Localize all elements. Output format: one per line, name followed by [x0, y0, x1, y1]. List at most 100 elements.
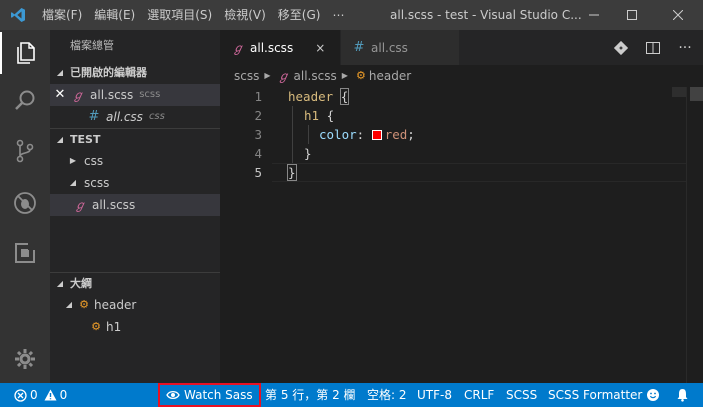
close-window-button[interactable] [660, 0, 696, 30]
menu-selection[interactable]: 選取項目(S) [141, 0, 218, 30]
explorer-sidebar: 檔案總管 ◢ 已開啟的編輯器 ✕ ℊ all.scss scss # all.c… [50, 30, 220, 383]
source-control-icon[interactable] [0, 130, 50, 172]
open-editor-desc: css [148, 111, 165, 122]
outline-header[interactable]: ◢ 大綱 [50, 272, 220, 294]
watch-sass-label: Watch Sass [184, 388, 253, 402]
folder-header-test[interactable]: ◢ TEST [50, 128, 220, 150]
error-icon [14, 388, 27, 402]
line-number: 4 [254, 146, 262, 161]
outline-item-h1[interactable]: ⚙ h1 [50, 316, 220, 338]
semicolon-token: ; [407, 127, 415, 142]
brace-token: } [287, 164, 297, 181]
brace-token: { [339, 88, 350, 105]
watch-sass-button[interactable]: Watch Sass [158, 383, 261, 407]
open-editor-name: all.css [106, 110, 143, 124]
selector-token: h1 [304, 108, 320, 123]
search-icon[interactable] [0, 80, 50, 122]
open-editor-item-all-css[interactable]: # all.css css [50, 106, 220, 128]
breadcrumb-item-folder[interactable]: scss [234, 65, 259, 87]
tree-item-label: scss [84, 176, 110, 190]
code-line-4: } [304, 144, 312, 163]
breadcrumb-item-symbol[interactable]: header [369, 65, 411, 87]
colon-token: : [356, 127, 365, 142]
tree-item-scss[interactable]: ◢ scss [50, 172, 220, 194]
brace-token: { [326, 108, 335, 123]
code-line-5: } [287, 163, 297, 182]
symbol-class-icon: ⚙ [355, 69, 366, 82]
tab-all-css[interactable]: # all.css [341, 30, 459, 65]
language-mode[interactable]: SCSS [506, 383, 537, 407]
line-number: 1 [254, 89, 262, 104]
code-editor[interactable]: 1 2 3 4 5 header { h1 { color: red; } } [220, 87, 686, 383]
encoding[interactable]: UTF-8 [417, 383, 452, 407]
menu-file[interactable]: 檔案(F) [36, 0, 88, 30]
explorer-icon[interactable] [0, 32, 50, 74]
open-editor-item-all-scss[interactable]: ✕ ℊ all.scss scss [50, 84, 220, 106]
scrollbar-thumb[interactable] [690, 87, 703, 101]
line-number: 3 [254, 127, 262, 142]
minimap[interactable] [672, 87, 686, 97]
chevron-right-icon: ▶ [341, 71, 348, 80]
selector-token: header [288, 89, 334, 104]
debug-icon[interactable] [0, 182, 50, 224]
tree-item-css[interactable]: ▶ css [50, 150, 220, 172]
line-number: 2 [254, 108, 262, 123]
css-file-icon: # [88, 109, 100, 124]
menu-go[interactable]: 移至(G) [272, 0, 327, 30]
value-token: red [384, 127, 408, 142]
sidebar-title: 檔案總管 [70, 39, 114, 52]
chevron-down-icon: ◢ [56, 134, 64, 144]
code-line-2: h1 { [304, 106, 334, 125]
breadcrumb-item-file[interactable]: all.scss [294, 65, 337, 87]
settings-gear-icon[interactable] [0, 338, 50, 380]
current-line-highlight [272, 163, 686, 182]
vertical-scrollbar[interactable] [686, 87, 703, 383]
more-actions-icon[interactable]: ··· [670, 30, 700, 65]
tree-item-all-scss[interactable]: ℊ all.scss [50, 194, 220, 216]
tab-label: all.css [371, 40, 408, 55]
outline-item-header[interactable]: ◢ ⚙ header [50, 294, 220, 316]
notifications-bell-icon[interactable] [676, 383, 689, 407]
sass-file-icon: ℊ [277, 69, 290, 83]
menu-edit[interactable]: 編輯(E) [88, 0, 141, 30]
sass-file-icon: ℊ [231, 41, 244, 55]
outline-item-label: header [94, 298, 137, 312]
indent-guide [308, 125, 309, 144]
warning-icon [44, 389, 57, 401]
menu-more[interactable]: ⋯ [326, 0, 350, 30]
outline-section: ◢ 大綱 ◢ ⚙ header ⚙ h1 [50, 272, 220, 338]
css-file-icon: # [353, 40, 365, 55]
chevron-down-icon: ◢ [56, 278, 64, 288]
code-line-3: color: red; [319, 125, 415, 144]
eye-icon [166, 390, 180, 400]
tab-close-icon[interactable]: × [315, 41, 325, 55]
tab-all-scss[interactable]: ℊ all.scss × [220, 30, 340, 65]
menu-bar: 檔案(F) 編輯(E) 選取項目(S) 檢視(V) 移至(G) ⋯ [36, 0, 350, 30]
formatter[interactable]: SCSS Formatter [548, 383, 642, 407]
close-icon[interactable]: ✕ [50, 84, 70, 106]
split-editor-icon[interactable] [638, 30, 668, 65]
feedback-smiley-icon[interactable] [646, 383, 660, 407]
open-editor-desc: scss [139, 89, 161, 100]
extensions-icon[interactable] [0, 232, 50, 274]
cursor-position[interactable]: 第 5 行，第 2 欄 [265, 383, 356, 407]
tree-item-label: all.scss [92, 198, 136, 212]
chevron-down-icon: ◢ [69, 178, 77, 187]
tree-item-label: css [84, 154, 104, 168]
color-swatch[interactable] [371, 130, 382, 140]
end-of-line[interactable]: CRLF [464, 383, 494, 407]
problems-indicator[interactable]: 0 0 [14, 383, 67, 407]
chevron-down-icon: ◢ [65, 300, 73, 309]
open-changes-icon[interactable] [606, 30, 636, 65]
sass-file-icon: ℊ [73, 198, 86, 212]
status-bar: 0 0 Watch Sass 第 5 行，第 2 欄 空格: 2 UTF-8 C… [0, 383, 703, 407]
maximize-button[interactable] [614, 0, 650, 30]
indentation[interactable]: 空格: 2 [367, 383, 407, 407]
minimize-button[interactable] [576, 0, 612, 30]
title-bar: 檔案(F) 編輯(E) 選取項目(S) 檢視(V) 移至(G) ⋯ all.sc… [0, 0, 703, 30]
code-line-1: header { [288, 87, 350, 106]
open-editors-header[interactable]: ◢ 已開啟的編輯器 [50, 62, 220, 84]
menu-view[interactable]: 檢視(V) [218, 0, 272, 30]
brace-token: } [304, 146, 312, 161]
indent-guide [292, 106, 293, 163]
